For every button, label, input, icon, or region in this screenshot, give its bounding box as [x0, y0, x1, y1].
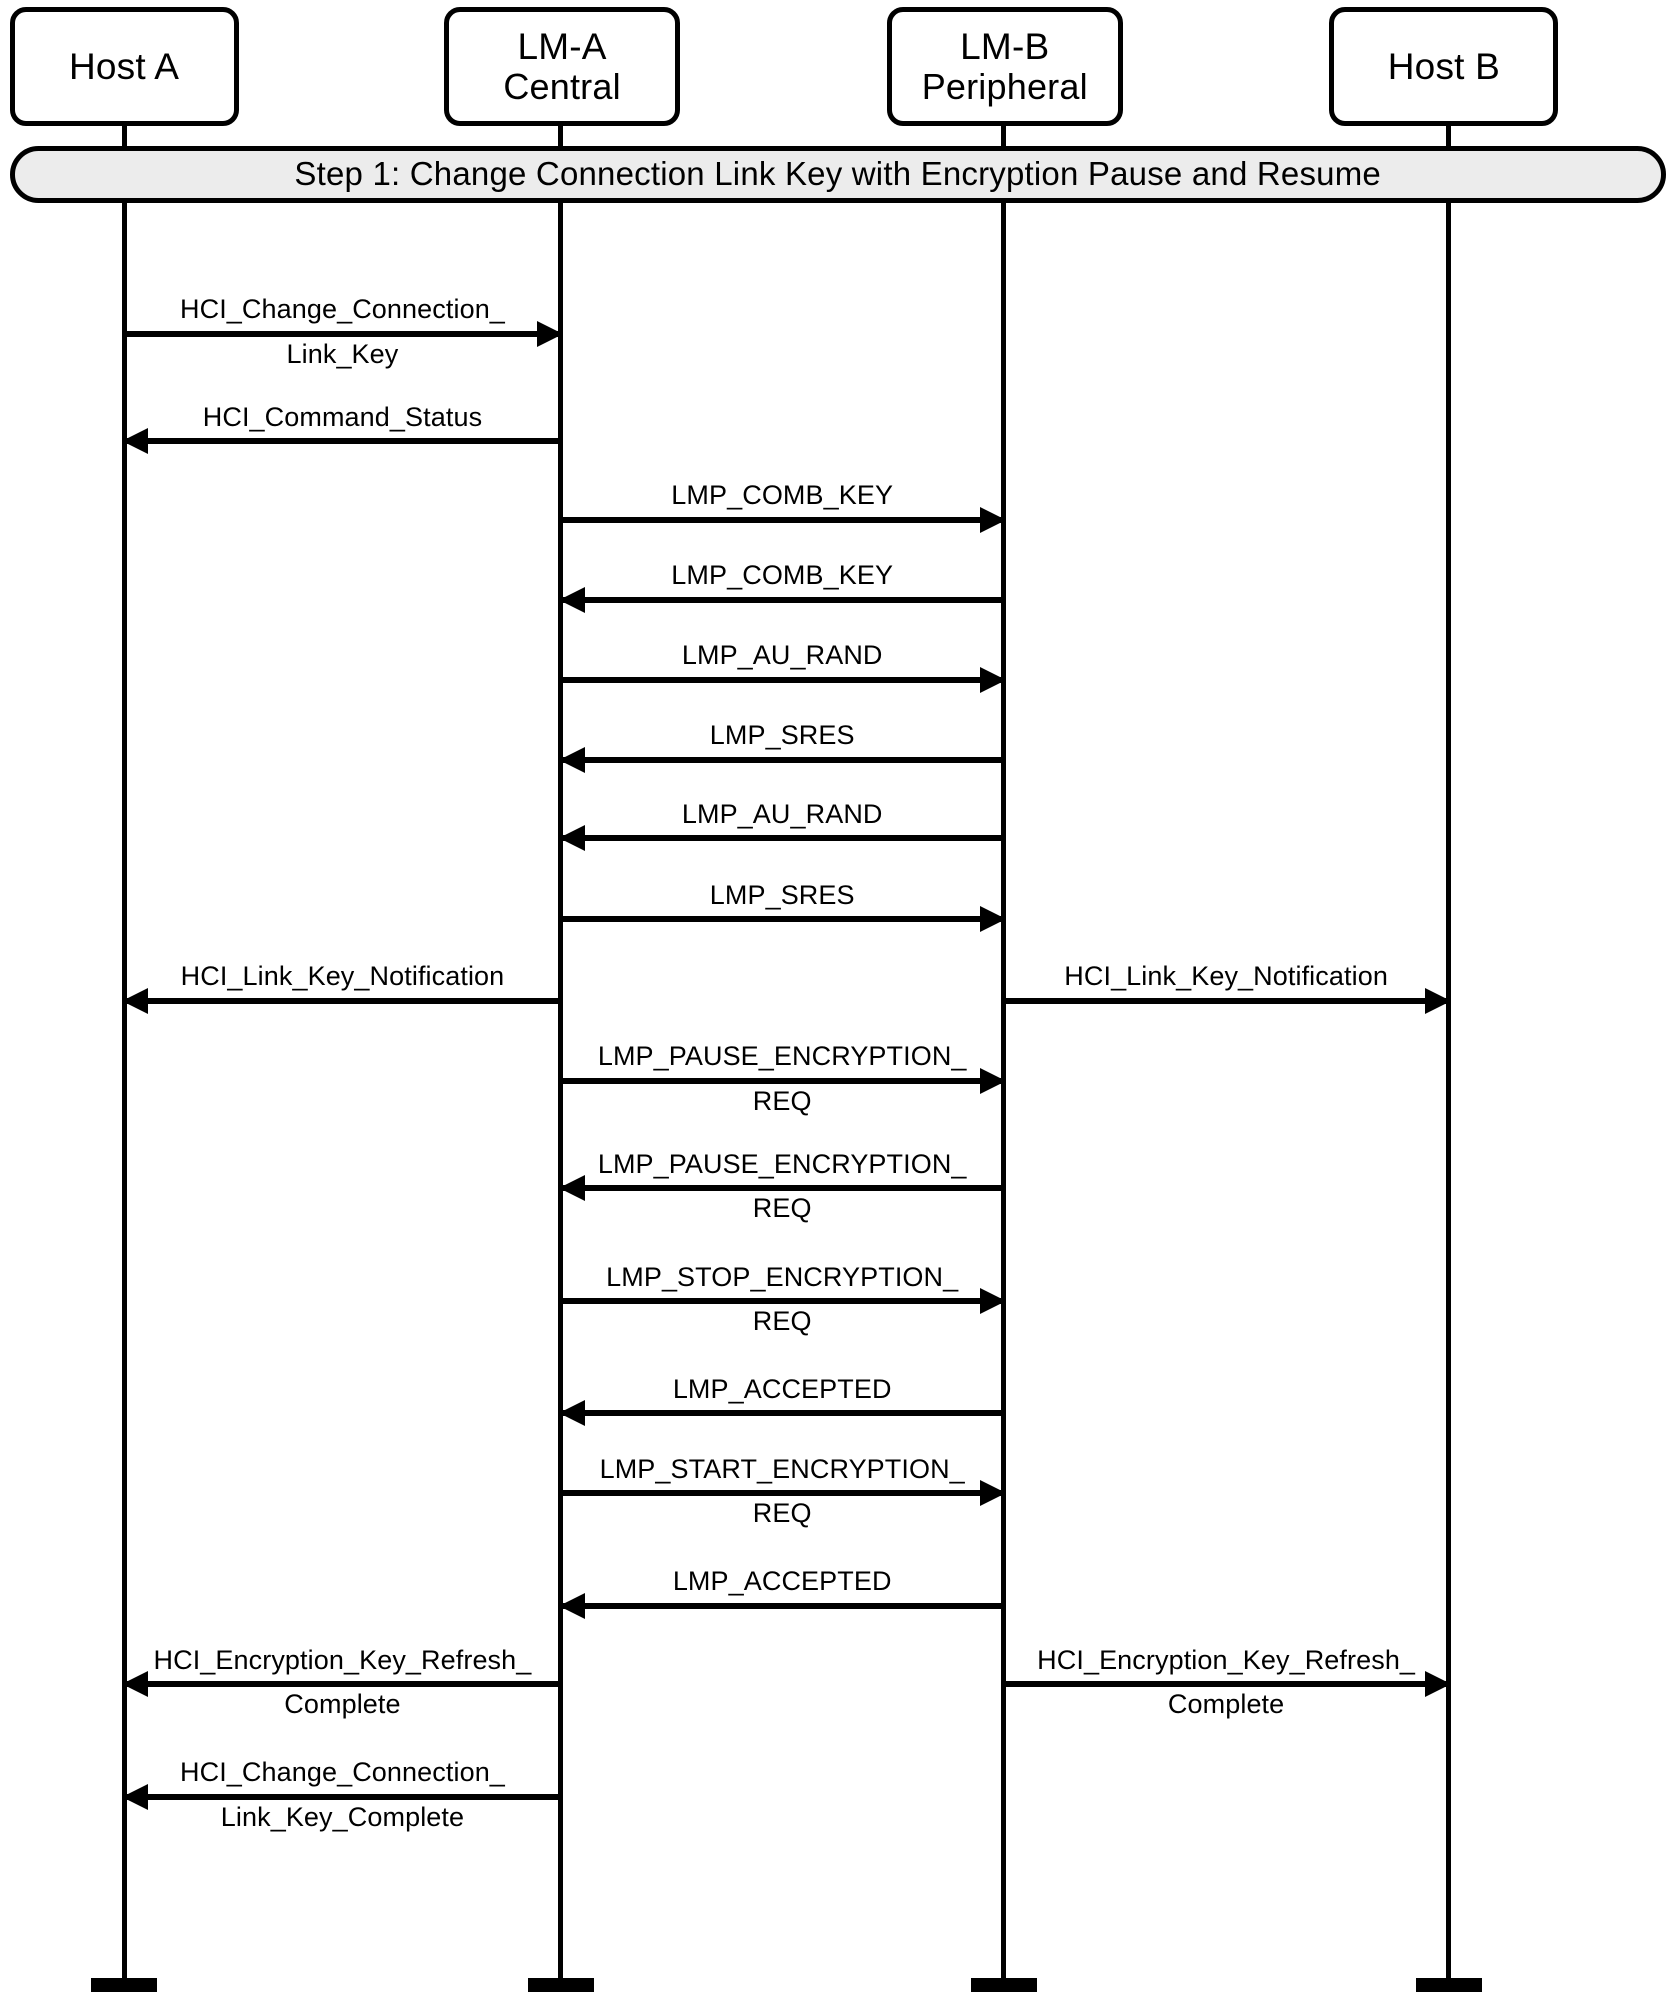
message-label: LMP_AU_RAND [681, 799, 883, 830]
message-line [1003, 1681, 1449, 1688]
message-label: LMP_AU_RAND [681, 640, 883, 671]
message-line [124, 437, 561, 444]
sequence-diagram: Host A LM-A Central LM-B Peripheral Host B Ste… [0, 0, 1675, 2000]
lifeline-terminator-host-a [91, 1978, 158, 1993]
message-label: LMP_SRES [709, 880, 855, 911]
lifeline-terminator-host-b [1415, 1978, 1482, 1993]
message-line [124, 1793, 561, 1800]
participant-label-line1: LM-A [517, 25, 607, 67]
message-label: HCI_Change_Connection_ [180, 1757, 505, 1788]
message-label-continued: REQ [752, 1192, 812, 1223]
message-label: LMP_SRES [709, 720, 855, 751]
message-label: HCI_Command_Status [202, 401, 483, 432]
message-line [124, 997, 561, 1004]
message-label-continued: Complete [284, 1689, 401, 1720]
participant-label-line1: Host A [68, 46, 180, 88]
message-label-continued: Complete [1167, 1689, 1285, 1720]
lifeline-terminator-lm-a [527, 1978, 594, 1993]
participant-label-line1: Host B [1387, 46, 1500, 88]
message-label: HCI_Encryption_Key_Refresh_ [153, 1645, 532, 1676]
message-label: HCI_Link_Key_Notification [1064, 961, 1388, 992]
message-line [560, 1490, 1004, 1497]
participant-label-line2: Central [503, 66, 621, 108]
message-label: LMP_COMB_KEY [671, 480, 894, 511]
message-label: LMP_PAUSE_ENCRYPTION_ [597, 1041, 967, 1072]
message-label: HCI_Encryption_Key_Refresh_ [1037, 1645, 1416, 1676]
participant-label-line1: LM-B [960, 25, 1050, 67]
participant-label-line2: Peripheral [921, 66, 1088, 108]
message-line [560, 676, 1004, 683]
message-label: LMP_START_ENCRYPTION_ [599, 1454, 965, 1485]
message-label: HCI_Link_Key_Notification [180, 961, 505, 992]
message-label: HCI_Change_Connection_ [180, 294, 505, 325]
message-line [1003, 997, 1449, 1004]
message-line [560, 1184, 1004, 1191]
participant-box-lm-b: LM-B Peripheral [886, 7, 1123, 127]
message-line [560, 516, 1004, 523]
message-label-continued: REQ [752, 1306, 812, 1337]
message-line [560, 1602, 1004, 1609]
message-label: LMP_PAUSE_ENCRYPTION_ [597, 1148, 967, 1179]
message-line [560, 596, 1004, 603]
message-label-continued: Link_Key [286, 338, 399, 369]
message-label: LMP_STOP_ENCRYPTION_ [606, 1262, 959, 1293]
message-label-continued: REQ [752, 1498, 812, 1529]
message-label: LMP_ACCEPTED [672, 1566, 892, 1597]
message-line [124, 1681, 561, 1688]
message-line [560, 1410, 1004, 1417]
message-label-continued: Link_Key_Complete [220, 1801, 465, 1832]
lifeline-terminator-lm-b [970, 1978, 1037, 1993]
step-banner: Step 1: Change Connection Link Key with … [9, 145, 1666, 203]
participant-box-lm-a: LM-A Central [443, 7, 681, 127]
message-line [560, 916, 1004, 923]
message-line [560, 835, 1004, 842]
message-label: LMP_ACCEPTED [672, 1374, 892, 1405]
message-line [560, 1298, 1004, 1305]
message-label-continued: REQ [752, 1085, 812, 1116]
step-banner-label: Step 1: Change Connection Link Key with … [294, 155, 1381, 193]
message-label: LMP_COMB_KEY [671, 560, 894, 591]
participant-box-host-b: Host B [1329, 7, 1559, 127]
message-line [560, 1077, 1004, 1084]
participant-box-host-a: Host A [9, 7, 239, 127]
message-line [124, 330, 561, 337]
message-line [560, 756, 1004, 763]
